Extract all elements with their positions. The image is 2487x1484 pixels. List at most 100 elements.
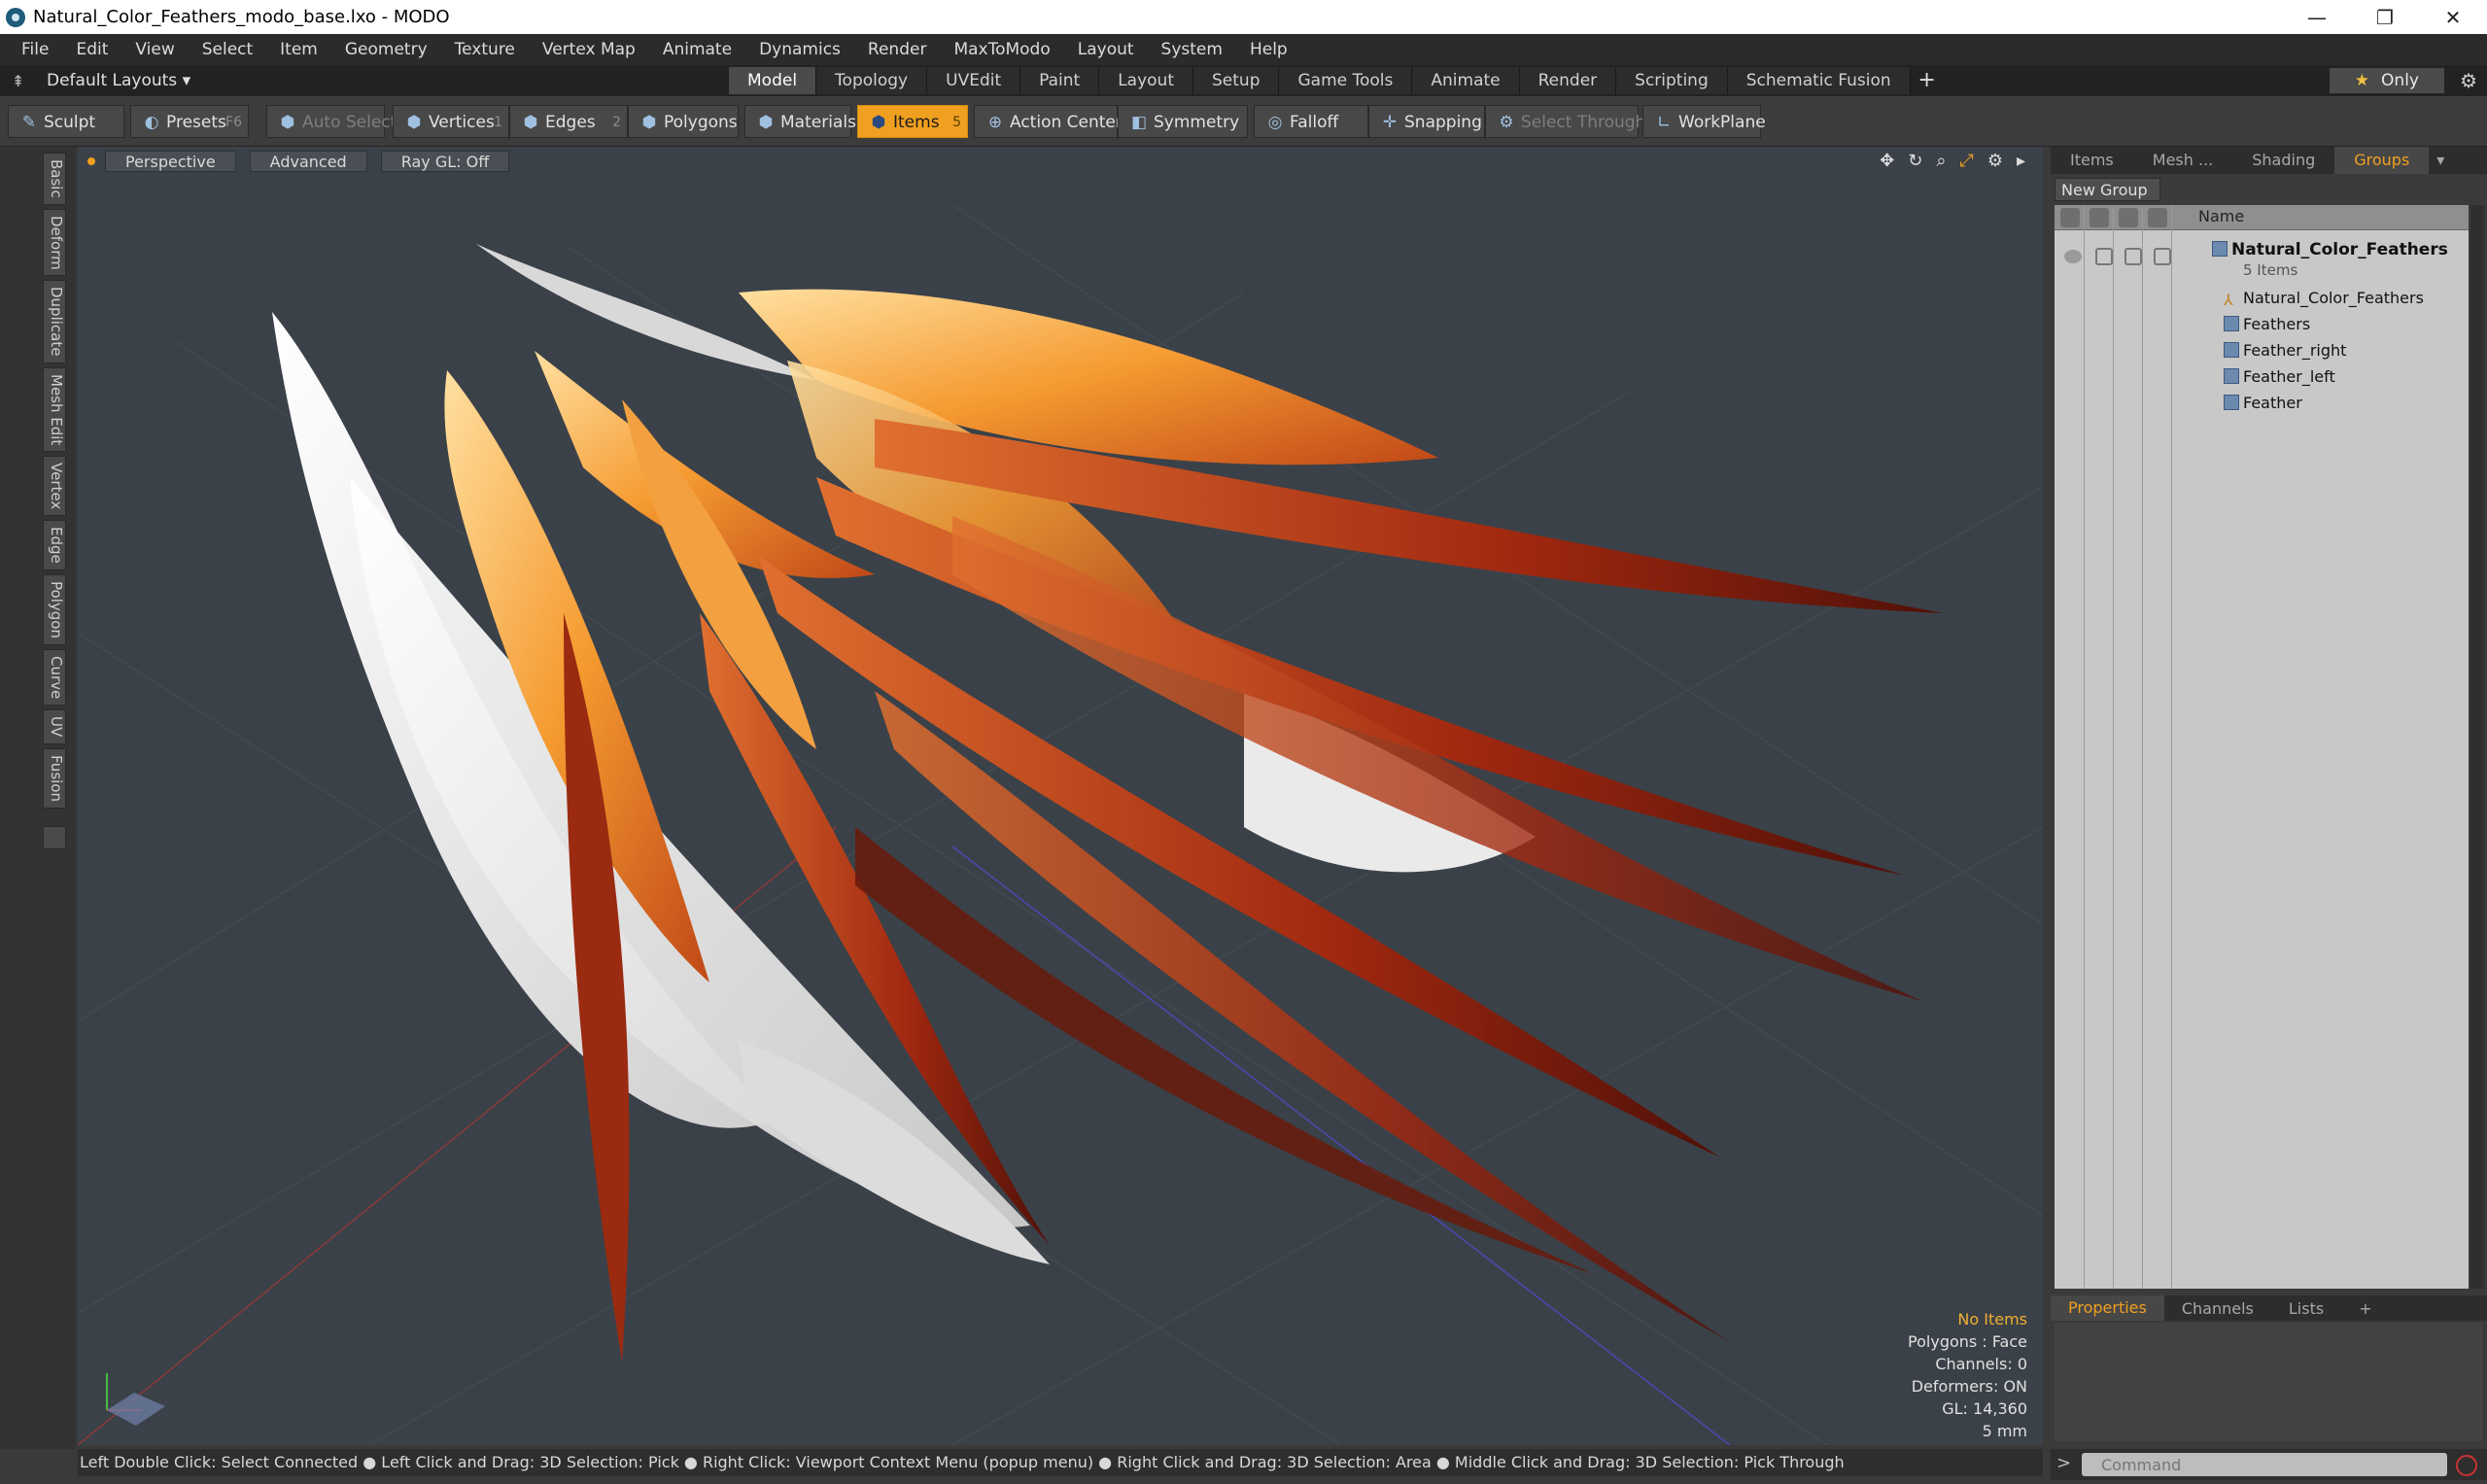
list-item[interactable]: Feathers [2055,315,2469,340]
menu-animate[interactable]: Animate [649,40,745,59]
rotate-icon[interactable]: ↻ [1908,151,1922,171]
tab-shading[interactable]: Shading [2232,147,2334,174]
groups-list-header: Name [2055,205,2469,230]
vtab-basic[interactable]: Basic [43,153,66,205]
vtab-uv[interactable]: UV [43,709,66,744]
name-column-header[interactable]: Name [2198,207,2244,225]
list-item[interactable]: Feather_right [2055,341,2469,366]
menu-view[interactable]: View [121,40,188,59]
minimize-button[interactable]: — [2283,0,2351,34]
shading-advanced-button[interactable]: Advanced [249,151,367,172]
visibility-header-icon[interactable] [2060,208,2080,227]
menu-maxtomodo[interactable]: MaxToModo [940,40,1063,59]
tab-properties[interactable]: Properties [2051,1295,2164,1321]
viewport-menu-arrow-icon[interactable]: ▸ [2017,151,2025,171]
menu-file[interactable]: File [8,40,62,59]
tab-uvedit[interactable]: UVEdit [927,67,1021,94]
auto-select-button[interactable]: ⬢ Auto Select [266,105,397,138]
list-item[interactable]: Feather_left [2055,367,2469,393]
vtab-fusion[interactable]: Fusion [43,747,66,809]
menu-vertex-map[interactable]: Vertex Map [529,40,649,59]
tab-mesh[interactable]: Mesh ... [2133,147,2232,174]
workplane-button[interactable]: ∟ WorkPlane [1642,105,1766,138]
menu-system[interactable]: System [1148,40,1236,59]
presets-button[interactable]: ◐ Presets F6 [130,105,249,138]
gear-icon[interactable]: ⚙ [2460,69,2477,92]
default-layouts-dropdown[interactable]: Default Layouts ▾ [47,71,190,90]
viewport-gear-icon[interactable]: ⚙ [1987,151,2003,171]
restore-button[interactable]: ❐ [2351,0,2419,34]
add-tab-button[interactable]: + [1911,67,1944,94]
tab-lists[interactable]: Lists [2271,1299,2341,1318]
vertices-button[interactable]: ⬢ Vertices 1 [393,105,509,138]
menu-edit[interactable]: Edit [62,40,121,59]
select-header-icon[interactable] [2148,208,2167,227]
vtab-edge[interactable]: Edge [43,520,66,571]
tab-animate[interactable]: Animate [1412,67,1520,94]
symmetry-button[interactable]: ◧ Symmetry [1118,105,1248,138]
items-button[interactable]: ⬢ Items 5 [857,105,968,138]
menu-geometry[interactable]: Geometry [331,40,441,59]
list-item[interactable]: Feather [2055,394,2469,419]
sculpt-button[interactable]: ✎ Sculpt [8,105,124,138]
lock-header-icon[interactable] [2119,208,2138,227]
menu-render[interactable]: Render [854,40,941,59]
tab-paint[interactable]: Paint [1020,67,1100,94]
add-panel-tab-button[interactable]: + [2341,1299,2389,1318]
materials-button[interactable]: ⬢ Materials [744,105,856,138]
tab-groups[interactable]: Groups [2334,147,2430,174]
menu-dynamics[interactable]: Dynamics [745,40,854,59]
right-panel-tabs: Items Mesh ... Shading Groups ▾ [2051,147,2487,174]
record-macro-icon[interactable] [2456,1455,2477,1476]
tabs-dropdown-icon[interactable]: ▾ [2429,147,2452,174]
presets-icon: ◐ [144,113,159,132]
star-icon: ★ [2354,71,2370,90]
select-through-button[interactable]: ⚙ Select Through [1485,105,1645,138]
vtab-polygon[interactable]: Polygon [43,574,66,646]
workplane-icon: ∟ [1656,113,1672,132]
tab-layout[interactable]: Layout [1099,67,1193,94]
tab-game-tools[interactable]: Game Tools [1279,67,1413,94]
vtab-extra-button[interactable] [43,825,66,849]
command-input[interactable] [2082,1453,2447,1476]
close-button[interactable]: ✕ [2419,0,2487,34]
tab-scripting[interactable]: Scripting [1616,67,1728,94]
view-perspective-button[interactable]: Perspective [105,151,236,172]
tab-items[interactable]: Items [2051,147,2133,174]
select-through-icon: ⚙ [1499,113,1514,132]
new-group-button[interactable]: New Group [2055,178,2160,201]
tab-model[interactable]: Model [729,67,817,94]
3d-viewport[interactable]: Perspective Advanced Ray GL: Off ✥ ↻ ⌕ ⤢… [78,147,2043,1445]
edges-button[interactable]: ⬢ Edges 2 [509,105,628,138]
zoom-icon[interactable]: ⌕ [1936,151,1946,171]
groups-scrollbar[interactable] [2470,205,2484,1289]
tab-setup[interactable]: Setup [1193,67,1280,94]
only-label: Only [2381,71,2419,90]
vtab-duplicate[interactable]: Duplicate [43,280,66,363]
menu-select[interactable]: Select [189,40,266,59]
pan-icon[interactable]: ✥ [1880,151,1894,171]
vtab-curve[interactable]: Curve [43,649,66,707]
tab-channels[interactable]: Channels [2164,1299,2271,1318]
tab-render[interactable]: Render [1519,67,1617,94]
list-item[interactable]: ⅄ Natural_Color_Feathers [2055,289,2469,314]
menu-help[interactable]: Help [1236,40,1301,59]
render-header-icon[interactable] [2090,208,2109,227]
vtab-vertex[interactable]: Vertex [43,456,66,517]
tab-schematic-fusion[interactable]: Schematic Fusion [1727,67,1911,94]
maximize-icon[interactable]: ⤢ [1959,151,1973,171]
groups-list: Name Natural_Color_Feathers 5 Items ⅄ Nat… [2055,205,2469,1289]
layouts-up-icon[interactable]: ⇞ [12,72,33,90]
falloff-button[interactable]: ◎ Falloff [1254,105,1368,138]
action-center-button[interactable]: ⊕ Action Center [974,105,1123,138]
only-button[interactable]: ★ Only [2329,68,2444,93]
raygl-button[interactable]: Ray GL: Off [380,151,510,172]
polygons-button[interactable]: ⬢ Polygons [628,105,739,138]
menu-layout[interactable]: Layout [1064,40,1148,59]
vtab-deform[interactable]: Deform [43,208,66,277]
menu-item[interactable]: Item [266,40,331,59]
vtab-mesh-edit[interactable]: Mesh Edit [43,366,66,453]
tab-topology[interactable]: Topology [816,67,928,94]
menu-texture[interactable]: Texture [441,40,529,59]
snapping-button[interactable]: ✛ Snapping [1368,105,1485,138]
